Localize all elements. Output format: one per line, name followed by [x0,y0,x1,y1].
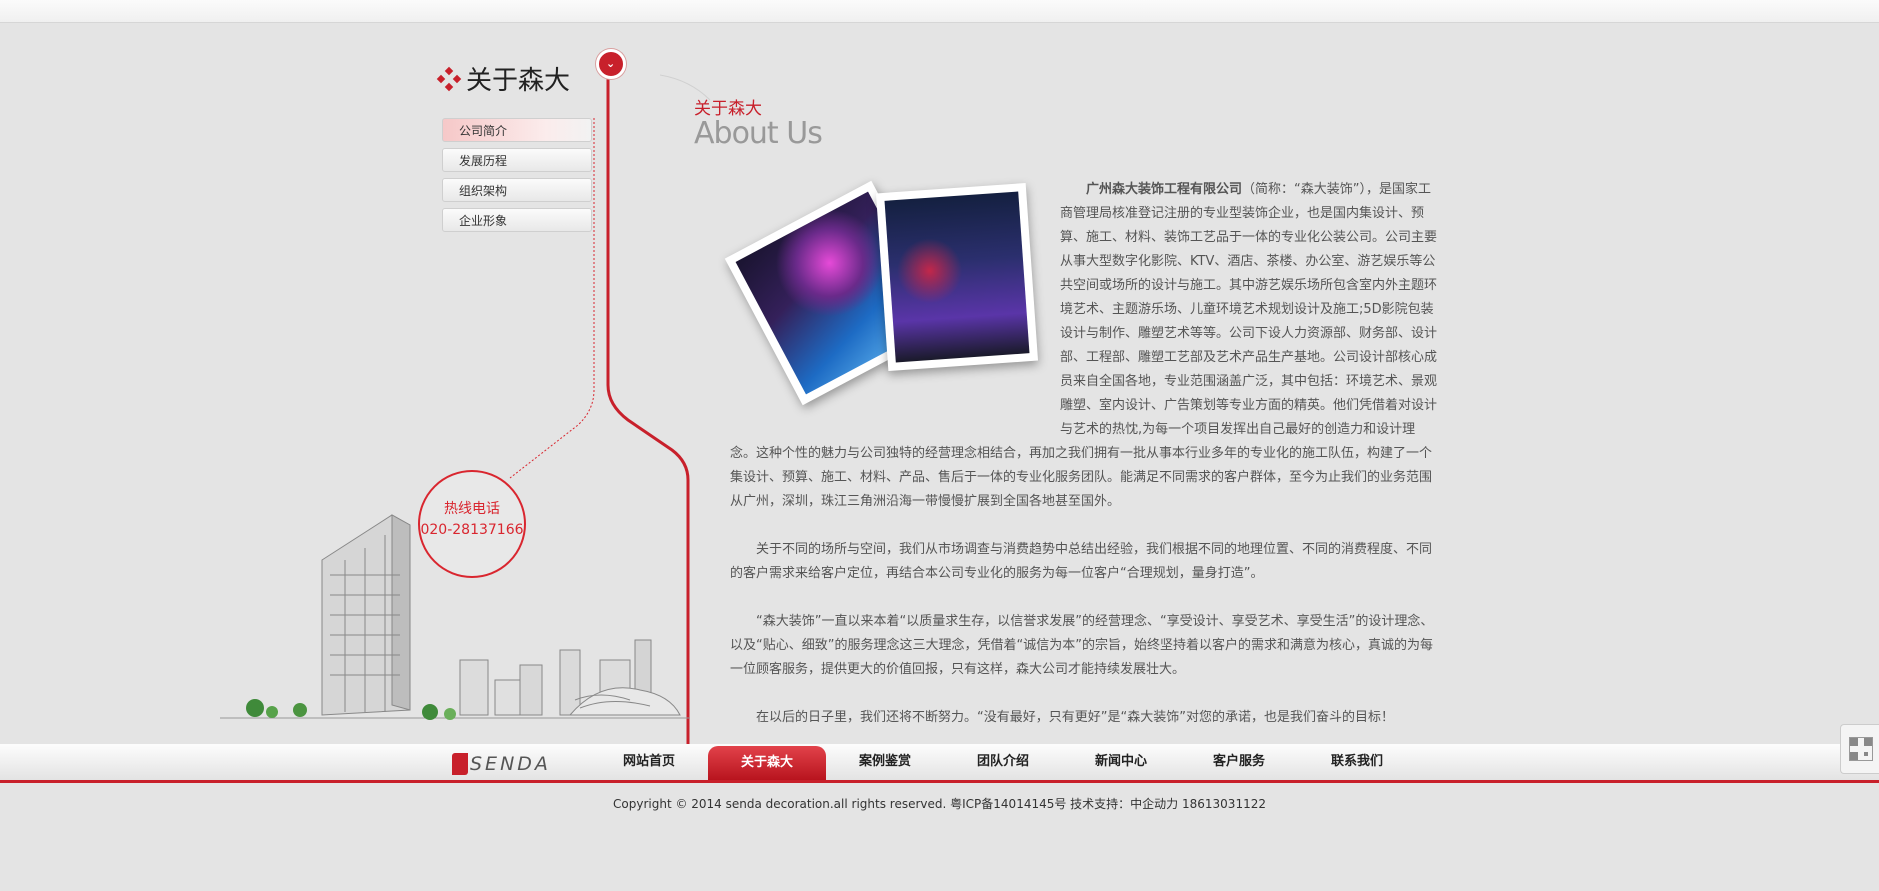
intro-text-tail: 念。这种个性的魅力与公司独特的经营理念相结合，再加之我们拥有一批从事本行业多年的… [730,446,1433,509]
nav-about[interactable]: 关于森大 [708,746,826,780]
article-paragraph-3: “森大装饰”一直以来本着“以质量求生存，以信誉求发展”的经营理念、“享受设计、享… [730,614,1434,677]
nav-team[interactable]: 团队介绍 [944,744,1062,780]
sidebar-toggle-button[interactable]: ⌄ [596,49,626,79]
qr-code-icon [1848,737,1873,761]
page-title: 关于森大 About Us [694,94,823,151]
nav-cases[interactable]: 案例鉴赏 [826,744,944,780]
company-name: 广州森大装饰工程有限公司 [1086,182,1243,197]
senda-logo-icon [452,753,468,775]
nav-news[interactable]: 新闻中心 [1062,744,1180,780]
hotline-badge: 热线电话 020-28137166 [418,470,526,578]
sidebar-menu: 公司简介 发展历程 组织架构 企业形象 [442,118,592,238]
nav-contact[interactable]: 联系我们 [1298,744,1416,780]
diamond-logo-icon [436,66,462,91]
intro-text: （简称：“森大装饰”），是国家工商管理局核准登记注册的专业型装饰企业，也是国内集… [1060,182,1438,437]
sidebar-item-history[interactable]: 发展历程 [442,148,592,172]
article-paragraph-4: 在以后的日子里，我们还将不断努力。“没有最好，只有更好”是“森大装饰”对您的承诺… [756,710,1394,725]
copyright-text: Copyright © 2014 senda decoration.all ri… [613,797,1266,811]
article-paragraph-2: 关于不同的场所与空间，我们从市场调查与消费趋势中总结出经验，我们根据不同的地理位… [730,542,1433,581]
main-nav: 网站首页 关于森大 案例鉴赏 团队介绍 新闻中心 客户服务 联系我们 [590,744,1416,780]
hotline-number: 020-28137166 [420,522,524,538]
sidebar-item-company-profile[interactable]: 公司简介 [442,118,592,142]
hotline-label: 热线电话 [444,501,500,517]
article-paragraph-1: 广州森大装饰工程有限公司（简称：“森大装饰”），是国家工商管理局核准登记注册的专… [730,178,1440,514]
qr-code-button[interactable] [1840,724,1879,774]
sidebar-heading: 关于森大 [466,66,571,96]
page-title-en: About Us [694,116,823,151]
sidebar-title: 关于森大 [436,60,571,97]
chevron-down-icon: ⌄ [606,57,616,70]
logo-text: SENDA [470,753,551,775]
nav-home[interactable]: 网站首页 [590,744,708,780]
sidebar-item-corporate-image[interactable]: 企业形象 [442,208,592,232]
senda-logo[interactable]: SENDA [452,752,551,776]
nav-customer-service[interactable]: 客户服务 [1180,744,1298,780]
sidebar-item-organization[interactable]: 组织架构 [442,178,592,202]
